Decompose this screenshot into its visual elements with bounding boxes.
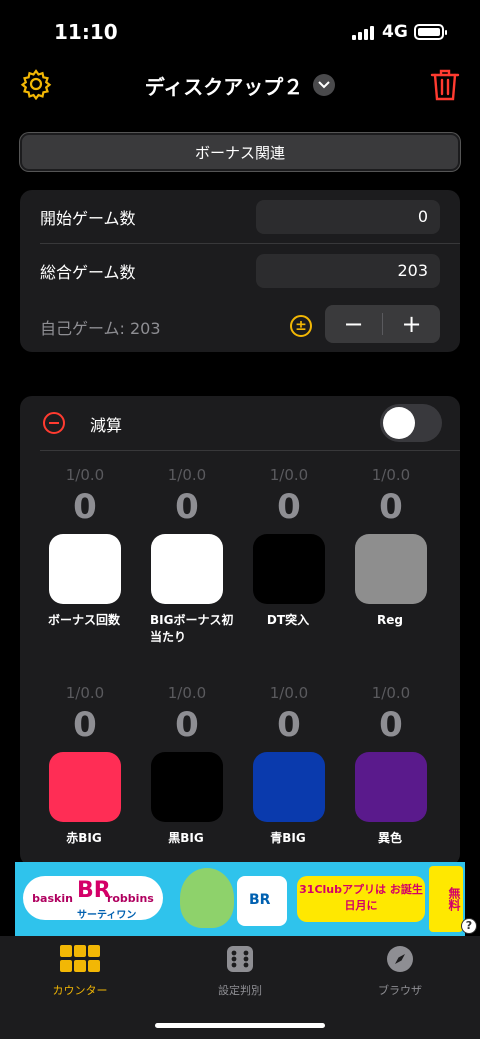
counter-label: 異色 (377, 831, 402, 845)
battery-icon (414, 24, 447, 40)
counter-ratio: 1/0.0 (371, 466, 411, 484)
tab-browser[interactable]: ブラウザ (340, 944, 460, 998)
home-indicator (155, 1023, 325, 1028)
counter-cell: 1/0.0 0 ボーナス回数 (34, 466, 136, 629)
counter-button[interactable] (151, 752, 223, 822)
ad-brand-left: baskin (32, 891, 73, 905)
grid-icon (60, 945, 100, 972)
subtract-label: 減算 (90, 416, 123, 435)
game-stepper[interactable]: − + (325, 305, 440, 343)
start-games-field[interactable]: 0 (256, 200, 440, 234)
ad-promo-text: 31Clubアプリは お誕生日月に (297, 876, 425, 922)
counter-ratio: 1/0.0 (65, 684, 105, 702)
total-games-label: 総合ゲーム数 (40, 263, 136, 282)
counter-value: 0 (277, 487, 301, 527)
ad-brand-sub: サーティワン (77, 910, 137, 921)
counter-label: 青BIG (270, 831, 306, 845)
counter-cell: 1/0.0 0 DT突入 (238, 466, 340, 629)
ad-brand-mark: BR (77, 878, 111, 903)
counter-button[interactable] (355, 534, 427, 604)
stepper-plus-button[interactable]: + (383, 305, 440, 343)
counter-value: 0 (379, 487, 403, 527)
compass-icon (387, 946, 413, 972)
ad-free-text: 無料 (429, 866, 463, 932)
counter-button[interactable] (151, 534, 223, 604)
counter-label: 黒BIG (168, 831, 204, 845)
chevron-down-icon (313, 74, 336, 96)
counter-ratio: 1/0.0 (167, 684, 207, 702)
title-selector[interactable]: ディスクアップ２ (0, 68, 480, 102)
total-games-field[interactable]: 203 (256, 254, 440, 288)
network-type: 4G (382, 22, 408, 42)
counter-label: Reg (377, 613, 403, 627)
counter-card: 減算 1/0.0 0 ボーナス回数 1/0.0 0 BIGボーナス初当たり 1/0.0 0 DT… (20, 396, 460, 866)
counter-value: 0 (175, 487, 199, 527)
counter-ratio: 1/0.0 (269, 466, 309, 484)
status-bar: 11:10 4G (0, 0, 480, 60)
counter-value: 0 (73, 487, 97, 527)
subtract-toggle[interactable] (380, 404, 442, 442)
tab-counter[interactable]: カウンター (20, 944, 140, 998)
counter-value: 0 (379, 705, 403, 745)
counter-button[interactable] (49, 752, 121, 822)
ad-brand-right: robbins (106, 891, 154, 905)
counter-cell: 1/0.0 0 異色 (340, 684, 442, 847)
trash-icon[interactable] (430, 68, 460, 102)
counter-button[interactable] (355, 752, 427, 822)
counter-label: DT突入 (266, 613, 310, 627)
counter-label: BIGボーナス初当たり (150, 613, 234, 644)
start-games-label: 開始ゲーム数 (40, 209, 136, 228)
tab-settings-judge-label: 設定判別 (218, 984, 262, 997)
counter-cell: 1/0.0 0 黒BIG (136, 684, 238, 847)
self-games-text: 自己ゲーム: 203 (40, 319, 161, 338)
tab-settings-judge[interactable]: 設定判別 (180, 944, 300, 998)
tab-browser-label: ブラウザ (378, 984, 422, 997)
tab-counter-label: カウンター (52, 984, 108, 997)
counter-ratio: 1/0.0 (371, 684, 411, 702)
ice-cup-image (237, 876, 287, 926)
dice-icon (227, 946, 253, 972)
minus-circle-icon (43, 412, 65, 434)
game-count-card: 開始ゲーム数 0 総合ゲーム数 203 自己ゲーム: 203 ± − + (20, 190, 460, 352)
counter-value: 0 (73, 705, 97, 745)
counter-ratio: 1/0.0 (167, 466, 207, 484)
counter-value: 0 (175, 705, 199, 745)
counter-ratio: 1/0.0 (269, 684, 309, 702)
counter-value: 0 (277, 705, 301, 745)
page-title: ディスクアップ２ (144, 74, 304, 99)
bonus-section-button[interactable]: ボーナス関連 (20, 133, 460, 171)
divider (40, 450, 460, 451)
signal-icon (352, 24, 374, 40)
counter-label: 赤BIG (66, 831, 102, 845)
counter-cell: 1/0.0 0 BIGボーナス初当たり (136, 466, 238, 646)
counter-button[interactable] (49, 534, 121, 604)
plus-minus-icon[interactable]: ± (290, 315, 312, 337)
counter-ratio: 1/0.0 (65, 466, 105, 484)
subtract-row: 減算 (20, 396, 460, 450)
ice-cream-image (180, 868, 234, 928)
counter-cell: 1/0.0 0 青BIG (238, 684, 340, 847)
status-time: 11:10 (54, 20, 118, 44)
counter-button[interactable] (253, 752, 325, 822)
total-games-row: 総合ゲーム数 203 (20, 244, 460, 298)
counter-cell: 1/0.0 0 赤BIG (34, 684, 136, 847)
counter-cell: 1/0.0 0 Reg (340, 466, 442, 629)
ad-banner[interactable]: baskin robbins BR サーティワン 31Clubアプリは お誕生日… (15, 862, 465, 936)
counter-label: ボーナス回数 (47, 613, 120, 627)
start-games-row: 開始ゲーム数 0 (20, 190, 460, 244)
ad-info-icon[interactable]: ? (461, 918, 477, 934)
stepper-minus-button[interactable]: − (325, 305, 382, 343)
counter-button[interactable] (253, 534, 325, 604)
